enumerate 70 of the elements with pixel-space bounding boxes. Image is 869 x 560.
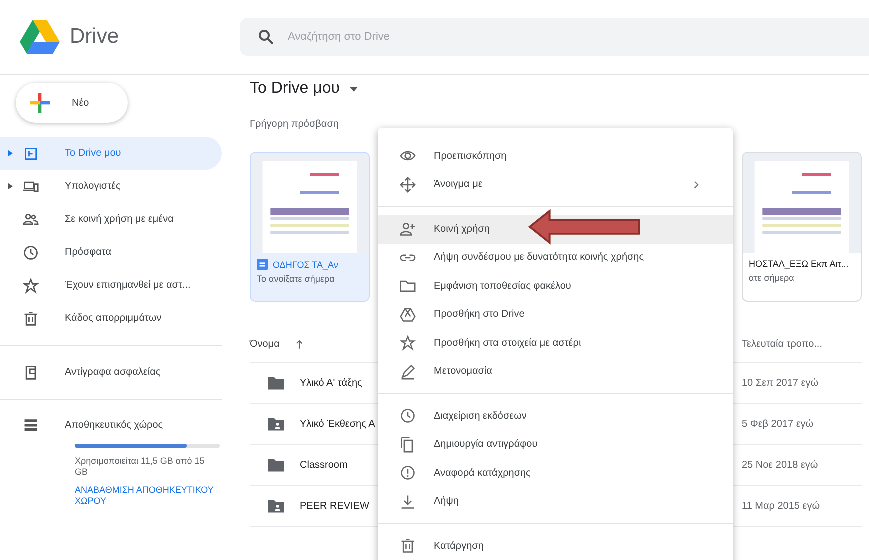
clock-icon <box>23 244 39 260</box>
upgrade-storage-link[interactable]: ΑΝΑΒΑΘΜΙΣΗ ΑΠΟΘΗΚΕΥΤΙΚΟΥ ΧΩΡΟΥ <box>75 484 235 507</box>
column-header[interactable]: Τελευταία τροπο... <box>742 338 822 350</box>
search-field[interactable]: Αναζήτηση στο Drive <box>240 18 869 56</box>
sidebar-item[interactable]: Πρόσφατα <box>0 236 222 269</box>
drive-logo-icon <box>20 20 60 54</box>
caret-icon[interactable] <box>8 150 13 157</box>
search-icon[interactable] <box>258 29 274 45</box>
copy-icon <box>400 436 416 453</box>
folder-icon <box>268 376 284 390</box>
dropdown-icon[interactable] <box>350 86 358 92</box>
clock-icon <box>400 408 416 424</box>
new-button[interactable]: Νέο <box>16 83 128 123</box>
column-header[interactable]: Όνομα <box>250 338 280 350</box>
modified-date: 5 Φεβ 2017 εγώ <box>742 418 814 430</box>
sidebar-item[interactable]: Αντίγραφα ασφαλείας <box>0 356 222 389</box>
trash-icon <box>23 310 39 326</box>
storage-icon <box>23 417 39 433</box>
sidebar-item[interactable]: Έχουν επισημανθεί με αστ... <box>0 269 222 302</box>
file-subtitle: Το ανοίξατε σήμερα <box>257 274 336 284</box>
menu-item[interactable]: Εμφάνιση τοποθεσίας φακέλου <box>378 272 733 300</box>
sidebar-item[interactable]: Κάδος απορριμμάτων <box>0 302 222 335</box>
menu-item[interactable]: Δημιουργία αντιγράφου <box>378 430 733 459</box>
sidebar-item[interactable]: Σε κοινή χρήση με εμένα <box>0 203 222 236</box>
menu-item[interactable]: Άνοιγμα με <box>378 170 733 199</box>
menu-item[interactable]: Αναφορά κατάχρησης <box>378 459 733 488</box>
caret-icon[interactable] <box>8 183 13 190</box>
modified-date: 25 Νοε 2018 εγώ <box>742 460 818 470</box>
menu-item[interactable]: Προσθήκη στα στοιχεία με αστέρι <box>378 329 733 358</box>
file-name[interactable]: PEER REVIEW <box>300 500 370 512</box>
app-name: Drive <box>70 25 120 49</box>
file-name: ΟΔΗΓΟΣ ΤΑ_Αν <box>273 260 338 270</box>
section-label: Γρήγορη πρόσβαση <box>250 119 340 130</box>
file-card[interactable]: ΟΔΗΓΟΣ ΤΑ_Αν Το ανοίξατε σήμερα <box>250 152 370 302</box>
menu-item[interactable]: Λήψη <box>378 488 733 516</box>
modified-date: 11 Μαρ 2015 εγώ <box>742 500 820 512</box>
people-icon <box>23 212 39 228</box>
star-icon <box>23 278 39 294</box>
storage-usage: Χρησιμοποιείται 11,5 GB από 15 GB <box>75 456 206 478</box>
file-name[interactable]: Classroom <box>300 460 348 470</box>
trash-icon <box>400 538 416 554</box>
menu-item[interactable]: Προσθήκη στο Drive <box>378 300 733 329</box>
storage-label: Αποθηκευτικός χώρος <box>65 420 164 430</box>
modified-date: 10 Σεπ 2017 εγώ <box>742 378 819 388</box>
file-name: ΗΟΣΤΑΛ_ΕΞΩ Εκπ Αιτ... <box>749 259 849 269</box>
alert-icon <box>400 465 416 482</box>
pencil-icon <box>400 364 416 380</box>
menu-item[interactable]: Διαχείριση εκδόσεων <box>378 402 733 430</box>
sidebar-item[interactable]: Υπολογιστές <box>0 170 222 203</box>
shared-folder-icon <box>268 500 284 512</box>
menu-item[interactable]: Προεπισκόπηση <box>378 142 733 170</box>
star-icon <box>400 335 416 352</box>
shared-folder-icon <box>268 418 284 430</box>
sidebar-item[interactable]: Το Drive μου <box>0 137 222 170</box>
file-subtitle: ατε σήμερα <box>749 273 796 283</box>
file-name[interactable]: Υλικό Έκθεσης Α <box>300 418 376 430</box>
folder-icon <box>268 458 284 472</box>
menu-item[interactable]: Κατάργηση <box>378 532 733 560</box>
file-card[interactable]: ΗΟΣΤΑΛ_ΕΞΩ Εκπ Αιτ... ατε σήμερα <box>742 152 862 302</box>
document-icon <box>257 259 268 270</box>
download-icon <box>400 494 416 510</box>
menu-item[interactable]: Μετονομασία <box>378 358 733 386</box>
move-icon <box>400 176 416 193</box>
file-name[interactable]: Υλικό Α' τάξης <box>300 378 362 388</box>
menu-item[interactable]: Λήψη συνδέσμου με δυνατότητα κοινής χρήσης <box>378 244 733 272</box>
page-title: Το Drive μου <box>250 80 340 98</box>
person-add-icon <box>400 221 416 238</box>
sort-arrow-icon[interactable] <box>296 340 303 348</box>
folder-icon <box>400 278 416 294</box>
plus-icon <box>30 93 50 113</box>
